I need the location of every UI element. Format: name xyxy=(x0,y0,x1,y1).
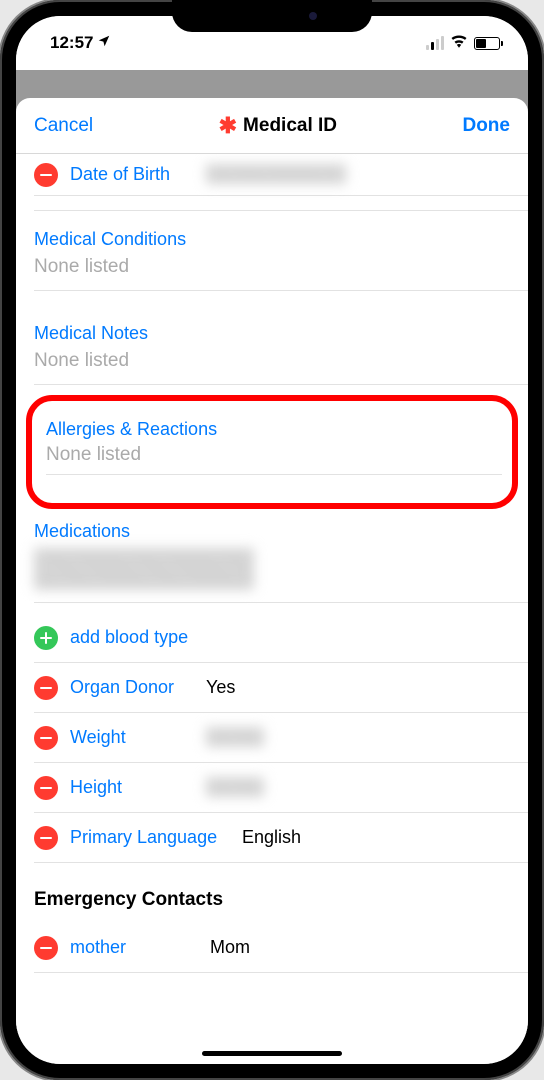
primary-language-label: Primary Language xyxy=(70,827,230,848)
page-title: ✱ Medical ID xyxy=(219,113,337,139)
medical-conditions-label: Medical Conditions xyxy=(34,229,510,250)
medical-notes-field[interactable]: Medical Notes None listed xyxy=(34,305,528,385)
location-icon xyxy=(97,33,111,53)
organ-donor-row[interactable]: Organ Donor Yes xyxy=(34,663,528,713)
emergency-contacts-header: Emergency Contacts xyxy=(34,863,528,923)
remove-language-button[interactable] xyxy=(34,826,58,850)
medications-label: Medications xyxy=(34,521,510,542)
battery-icon xyxy=(474,37,500,50)
page-title-text: Medical ID xyxy=(243,115,337,137)
remove-height-button[interactable] xyxy=(34,776,58,800)
remove-dob-button[interactable] xyxy=(34,163,58,187)
screen: 12:57 Cancel xyxy=(16,16,528,1064)
add-blood-type-label: add blood type xyxy=(70,627,188,648)
allergies-value[interactable]: None listed xyxy=(46,444,502,475)
weight-value[interactable]: xxx xyxy=(206,727,264,748)
height-label: Height xyxy=(70,777,188,798)
remove-contact-button[interactable] xyxy=(34,936,58,960)
organ-donor-label: Organ Donor xyxy=(70,677,188,698)
status-time: 12:57 xyxy=(50,33,93,53)
allergies-field[interactable]: Allergies & Reactions None listed xyxy=(46,419,502,475)
remove-weight-button[interactable] xyxy=(34,726,58,750)
weight-row[interactable]: Weight xxx xyxy=(34,713,528,763)
primary-language-row[interactable]: Primary Language English xyxy=(34,813,528,863)
dob-row[interactable]: Date of Birth redacted xyxy=(34,154,528,196)
cancel-button[interactable]: Cancel xyxy=(34,115,93,137)
contact-name[interactable]: Mom xyxy=(210,937,250,958)
cellular-signal-icon xyxy=(426,36,445,50)
medical-notes-label: Medical Notes xyxy=(34,323,510,344)
done-button[interactable]: Done xyxy=(462,115,510,137)
medical-conditions-field[interactable]: Medical Conditions None listed xyxy=(34,210,528,291)
medications-value[interactable]: redacted content here line xyxy=(34,548,510,590)
content-scroll[interactable]: Date of Birth redacted Medical Condition… xyxy=(16,154,528,1064)
emergency-contact-row[interactable]: mother Mom xyxy=(34,923,528,973)
medications-field[interactable]: Medications redacted content here line xyxy=(34,509,528,603)
medical-id-star-icon: ✱ xyxy=(219,113,237,139)
wifi-icon xyxy=(450,34,468,53)
organ-donor-value[interactable]: Yes xyxy=(206,677,235,698)
height-row[interactable]: Height xx xyxy=(34,763,528,813)
dob-value: redacted xyxy=(206,164,346,185)
nav-bar: Cancel ✱ Medical ID Done xyxy=(16,98,528,154)
add-blood-type-button[interactable] xyxy=(34,626,58,650)
phone-frame: 12:57 Cancel xyxy=(0,0,544,1080)
edit-modal: Cancel ✱ Medical ID Done Date of Birth r… xyxy=(16,98,528,1064)
medical-conditions-value[interactable]: None listed xyxy=(34,256,510,278)
weight-label: Weight xyxy=(70,727,188,748)
medical-notes-value[interactable]: None listed xyxy=(34,350,510,372)
allergies-highlight: Allergies & Reactions None listed xyxy=(26,395,518,509)
height-value[interactable]: xx xyxy=(206,777,264,798)
add-blood-type-row[interactable]: add blood type xyxy=(34,613,528,663)
device-notch xyxy=(172,0,372,32)
primary-language-value[interactable]: English xyxy=(242,827,301,848)
contact-relation: mother xyxy=(70,937,188,958)
allergies-label: Allergies & Reactions xyxy=(46,419,502,440)
dob-label: Date of Birth xyxy=(70,164,188,185)
home-indicator[interactable] xyxy=(202,1051,342,1056)
remove-organ-donor-button[interactable] xyxy=(34,676,58,700)
